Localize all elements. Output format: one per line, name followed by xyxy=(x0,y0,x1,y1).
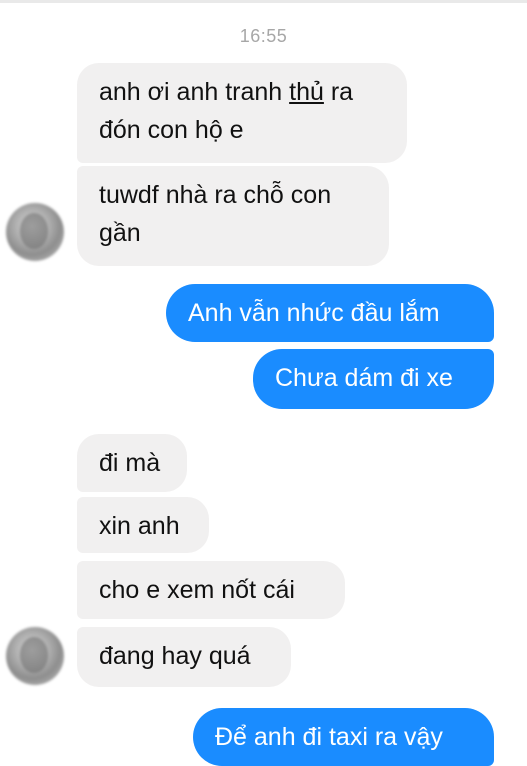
outgoing-message-bubble[interactable]: Để anh đi taxi ra vậy xyxy=(193,708,494,766)
incoming-message-bubble[interactable]: cho e xem nốt cái xyxy=(77,561,345,619)
message-line: tuwdf nhà ra chỗ con xyxy=(99,181,332,209)
contact-avatar[interactable] xyxy=(6,627,64,685)
incoming-message-bubble[interactable]: xin anh xyxy=(77,497,209,553)
incoming-message-bubble[interactable]: anh ơi anh tranh thủ ra đón con hộ e xyxy=(77,63,407,163)
top-edge xyxy=(0,0,527,3)
message-line: đón con hộ e xyxy=(99,116,244,144)
incoming-message-bubble[interactable]: đi mà xyxy=(77,434,187,492)
incoming-message-bubble[interactable]: tuwdf nhà ra chỗ con gần xyxy=(77,166,389,266)
outgoing-message-bubble[interactable]: Chưa dám đi xe xyxy=(253,349,494,409)
message-timestamp: 16:55 xyxy=(239,26,288,46)
avatar-silhouette xyxy=(20,637,48,673)
outgoing-message-bubble[interactable]: Anh vẫn nhức đầu lắm xyxy=(166,284,494,342)
message-line: gần xyxy=(99,219,141,247)
underlined-word: thủ xyxy=(289,78,324,106)
message-line: anh ơi anh tranh thủ ra xyxy=(99,78,354,106)
contact-avatar[interactable] xyxy=(6,203,64,261)
avatar-silhouette xyxy=(20,213,48,249)
incoming-message-bubble[interactable]: đang hay quá xyxy=(77,627,291,687)
